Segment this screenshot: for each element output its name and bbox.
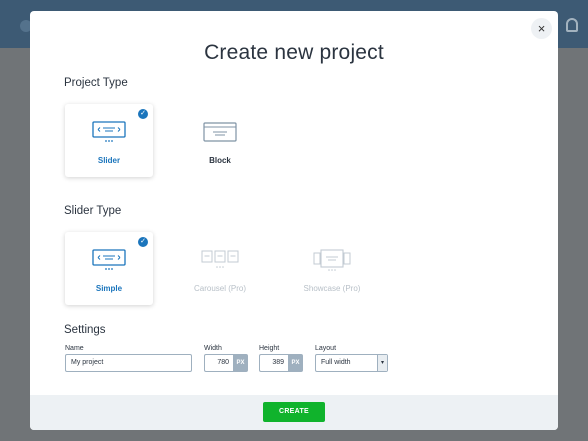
carousel-option-label: Carousel (Pro) — [193, 284, 246, 293]
name-input[interactable]: My project — [65, 354, 192, 372]
slider-type-heading: Slider Type — [64, 205, 122, 217]
name-label: Name — [65, 345, 84, 352]
bell-icon — [566, 18, 578, 32]
carousel-icon — [200, 247, 240, 271]
simple-slider-icon — [91, 247, 127, 271]
close-button[interactable]: × — [531, 18, 552, 39]
check-icon: ✓ — [138, 109, 148, 119]
create-button[interactable]: CREATE — [263, 402, 325, 422]
simple-option-label: Simple — [95, 284, 123, 293]
width-label: Width — [204, 345, 222, 352]
height-field[interactable]: 389 PX — [259, 354, 303, 372]
project-type-heading: Project Type — [64, 77, 128, 89]
slider-type-simple[interactable]: ✓ Simple — [65, 232, 153, 305]
project-type-slider[interactable]: ✓ Slider — [65, 104, 153, 177]
layout-label: Layout — [315, 345, 337, 352]
create-project-modal: × Create new project Project Type ✓ Slid… — [30, 11, 558, 430]
showcase-icon — [312, 247, 352, 271]
showcase-option-label: Showcase (Pro) — [303, 284, 361, 293]
width-unit: PX — [233, 354, 248, 372]
block-option-label: Block — [209, 156, 231, 165]
modal-title: Create new project — [204, 41, 384, 64]
slider-icon — [91, 119, 127, 143]
layout-select[interactable]: Full width ▾ — [315, 354, 388, 372]
block-icon — [202, 119, 238, 143]
slider-option-label: Slider — [97, 156, 121, 165]
check-icon: ✓ — [138, 237, 148, 247]
chevron-down-icon: ▾ — [377, 355, 387, 371]
height-input[interactable]: 389 — [259, 354, 288, 372]
layout-select-value: Full width — [321, 359, 351, 366]
height-unit: PX — [288, 354, 303, 372]
slider-type-carousel[interactable]: Carousel (Pro) — [176, 232, 264, 305]
project-type-block[interactable]: Block — [176, 104, 264, 177]
width-input[interactable]: 780 — [204, 354, 233, 372]
height-label: Height — [259, 345, 280, 352]
width-field[interactable]: 780 PX — [204, 354, 248, 372]
slider-type-showcase[interactable]: Showcase (Pro) — [288, 232, 376, 305]
settings-heading: Settings — [64, 324, 106, 336]
